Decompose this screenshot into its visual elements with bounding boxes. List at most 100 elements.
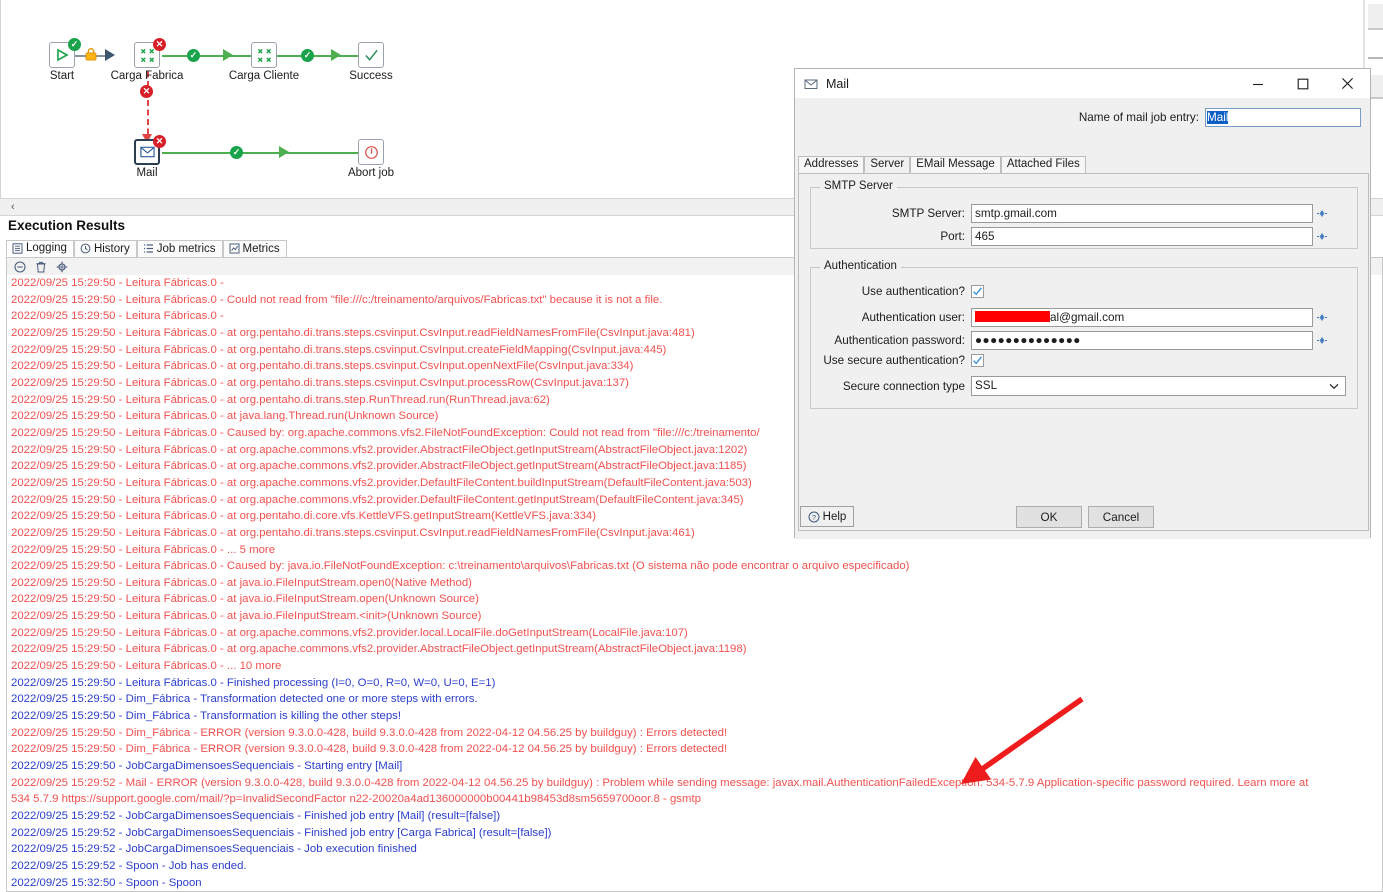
check-icon [364, 49, 378, 61]
hop-carga-cliente-to-success[interactable] [277, 55, 358, 57]
log-line: 2022/09/25 15:29:50 - Dim_Fábrica - Tran… [11, 693, 478, 706]
strip-block-1 [1368, 4, 1383, 30]
mail-job-entry-name-label: Name of mail job entry: [1078, 110, 1199, 124]
chevron-left-icon[interactable]: ‹ [11, 201, 15, 213]
check-icon [973, 287, 982, 296]
mail-job-entry-name-row: Name of mail job entry: Mail [795, 107, 1372, 127]
dialog-tab-addresses[interactable]: Addresses [798, 156, 865, 173]
play-icon [57, 48, 69, 62]
smtp-server-row: SMTP Server: smtp.gmail.com [811, 204, 1359, 223]
smtp-server-group: SMTP Server SMTP Server: smtp.gmail.com … [810, 180, 1359, 249]
dialog-tab-email-message[interactable]: EMail Message [910, 156, 1001, 173]
hop-carga-fabrica-to-carga-cliente[interactable] [162, 55, 251, 57]
secure-connection-type-value: SSL [975, 379, 998, 392]
dialog-tab-server[interactable]: Server [864, 156, 911, 173]
tab-logging[interactable]: Logging [6, 240, 74, 257]
secure-connection-type-select[interactable]: SSL [971, 376, 1346, 396]
tab-metrics[interactable]: Metrics [222, 240, 287, 257]
authentication-password-row: Authentication password: ●●●●●●●●●●●●●● [811, 331, 1359, 350]
hop-arrow-gray-1 [105, 49, 115, 61]
gear-icon[interactable] [56, 261, 68, 273]
secure-connection-type-row: Secure connection type SSL [811, 376, 1359, 396]
hop-status-ok-1: ✓ [187, 49, 200, 62]
authentication-user-row: Authentication user: al@gmail.com [811, 308, 1359, 327]
authentication-user-value: al@gmail.com [1050, 311, 1125, 324]
use-secure-authentication-label: Use secure authentication? [823, 354, 965, 367]
log-line: 2022/09/25 15:29:50 - Leitura Fábricas.0… [11, 643, 747, 656]
log-line: 2022/09/25 15:29:50 - Leitura Fábricas.0… [11, 593, 479, 606]
dialog-titlebar[interactable]: Mail [795, 69, 1370, 99]
hop-mail-to-abort-job[interactable] [162, 152, 359, 154]
log-icon [12, 242, 23, 254]
maximize-button[interactable] [1280, 69, 1325, 98]
envelope-icon [139, 146, 155, 158]
variable-insert-icon[interactable] [1316, 207, 1328, 221]
node-status-mail: ✕ [153, 135, 166, 148]
dialog-tabs: Addresses Server EMail Message Attached … [798, 156, 1369, 174]
use-authentication-label: Use authentication? [861, 285, 965, 298]
tab-job-metrics[interactable]: Job metrics [136, 240, 223, 257]
node-status-start: ✓ [68, 38, 81, 51]
ok-button[interactable]: OK [1016, 506, 1082, 528]
node-carga-cliente[interactable] [251, 42, 277, 68]
log-line: 2022/09/25 15:29:52 - Mail - ERROR (vers… [11, 776, 1309, 789]
hop-status-ok-3: ✓ [230, 146, 243, 159]
log-line: 2022/09/25 15:29:50 - Leitura Fábricas.0… [11, 610, 482, 623]
close-button[interactable] [1325, 69, 1370, 98]
port-label: Port: [940, 230, 965, 243]
secure-connection-type-label: Secure connection type [842, 379, 965, 393]
cancel-button[interactable]: Cancel [1088, 506, 1154, 528]
node-abort-job[interactable] [358, 139, 384, 165]
minimize-button[interactable] [1235, 69, 1280, 98]
node-label-mail: Mail [136, 167, 158, 179]
log-line: 2022/09/25 15:29:50 - Leitura Fábricas.0… [11, 560, 910, 573]
dialog-tab-attached-files[interactable]: Attached Files [1000, 156, 1086, 173]
node-label-carga-fabrica: Carga Fabrica [110, 70, 184, 82]
authentication-password-input[interactable]: ●●●●●●●●●●●●●● [971, 331, 1313, 350]
use-secure-authentication-checkbox[interactable] [971, 354, 984, 367]
help-button[interactable]: ? Help [800, 506, 854, 527]
node-label-success: Success [349, 70, 393, 82]
question-circle-icon: ? [808, 511, 820, 522]
node-label-abort-job: Abort job [347, 167, 395, 179]
minimize-icon [1252, 83, 1263, 85]
log-line: 534 5.7.9 https://support.google.com/mai… [11, 793, 701, 806]
node-success[interactable] [358, 42, 384, 68]
help-button-label: Help [822, 510, 847, 523]
maximize-icon [1297, 78, 1308, 89]
authentication-password-label: Authentication password: [834, 334, 965, 347]
variable-insert-icon[interactable] [1316, 230, 1328, 244]
variable-insert-icon[interactable] [1316, 311, 1328, 325]
lock-icon [85, 48, 97, 61]
tab-history[interactable]: History [73, 240, 137, 257]
smtp-server-input[interactable]: smtp.gmail.com [971, 204, 1313, 223]
port-row: Port: 465 [811, 227, 1359, 246]
hop-status-ok-2: ✓ [301, 49, 314, 62]
list-icon [143, 244, 153, 253]
hop-arrow-green-2 [331, 49, 341, 61]
log-line: 2022/09/25 15:29:50 - JobCargaDimensoesS… [11, 760, 403, 773]
hop-arrow-green-3 [279, 146, 289, 158]
use-authentication-checkbox[interactable] [971, 285, 984, 298]
variable-insert-icon[interactable] [1316, 334, 1328, 348]
dialog-tab-content-server: SMTP Server SMTP Server: smtp.gmail.com … [798, 174, 1369, 531]
mail-dialog[interactable]: Mail Name of mail job entry: Mail Addres… [794, 68, 1372, 539]
transformation-icon [140, 48, 154, 62]
spoon-window: ✓ ✓ ✕ ✓ ✓ Start ✕ Carga Fabrica Carga Cl… [0, 0, 1383, 892]
log-line: 2022/09/25 15:29:52 - Spoon - Job has en… [11, 859, 247, 872]
mail-job-entry-name-input[interactable]: Mail [1205, 107, 1361, 127]
tab-label-logging: Logging [26, 242, 67, 254]
hop-status-error-1: ✕ [140, 85, 153, 98]
envelope-icon [804, 79, 818, 89]
close-icon [1341, 77, 1354, 90]
log-line: 2022/09/25 15:29:50 - Leitura Fábricas.0… [11, 676, 496, 689]
authentication-user-label: Authentication user: [861, 311, 965, 324]
minus-circle-icon[interactable] [14, 260, 26, 273]
tab-label-history: History [93, 242, 130, 255]
log-line: 2022/09/25 15:29:52 - JobCargaDimensoesS… [11, 826, 552, 839]
transformation-icon [257, 48, 271, 62]
trash-icon[interactable] [35, 261, 47, 273]
dialog-title: Mail [826, 76, 849, 91]
authentication-user-input[interactable]: al@gmail.com [971, 308, 1313, 327]
port-input[interactable]: 465 [971, 227, 1313, 246]
